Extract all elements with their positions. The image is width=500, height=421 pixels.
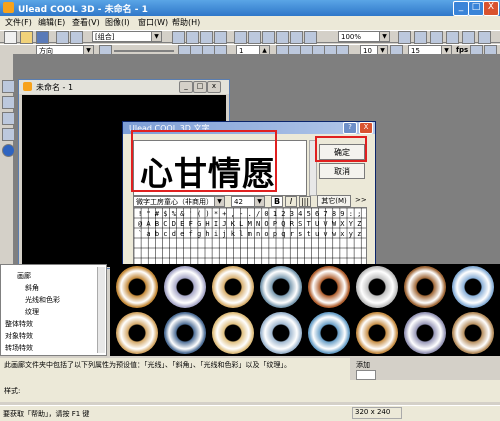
object-select[interactable]: [组合] ▼ (92, 31, 162, 42)
description-text: 此画廊文件夹中包括了以下列属性为预设值：「光线」、「斜角」、「光线和色彩」以及「… (4, 361, 291, 369)
preset-thumbnail[interactable] (404, 312, 446, 354)
menu-image[interactable]: 图像(I) (105, 17, 130, 28)
preset-thumbnail[interactable] (452, 312, 494, 354)
other-button[interactable]: 其它(M) (317, 195, 351, 207)
menu-edit[interactable]: 编辑(E) (38, 17, 65, 28)
doc-minimize-button[interactable]: _ (179, 81, 193, 93)
add-panel: 添加 (352, 358, 380, 380)
preset-thumbnail[interactable] (164, 312, 206, 354)
menu-window[interactable]: 窗口(W) (138, 17, 168, 28)
wireframe-icon[interactable] (478, 31, 491, 44)
snap-icon[interactable] (446, 31, 459, 44)
grid-icon[interactable] (462, 31, 475, 44)
minimize-button[interactable]: _ (453, 1, 469, 16)
preset-thumbnail[interactable] (308, 266, 350, 308)
title-bar: Ulead COOL 3D - 未命名 - 1 _ □ X (0, 0, 500, 16)
menu-bar: 文件(F) 编辑(E) 查看(V) 图像(I) 窗口(W) 帮助(H) (0, 16, 500, 30)
style-panel: 样式: (0, 380, 500, 402)
zoom-icon[interactable] (398, 31, 411, 44)
hand-icon[interactable] (172, 31, 185, 44)
preset-thumbnail[interactable] (452, 266, 494, 308)
menu-file[interactable]: 文件(F) (5, 17, 32, 28)
annotation-ok-highlight (315, 136, 367, 162)
close-button[interactable]: X (483, 1, 499, 16)
doc-close-button[interactable]: x (207, 81, 221, 93)
redo-icon[interactable] (70, 31, 83, 44)
window-title: Ulead COOL 3D - 未命名 - 1 (18, 5, 148, 15)
move-icon[interactable] (200, 31, 213, 44)
style-label: 样式: (4, 387, 21, 395)
preset-thumbnail[interactable] (356, 312, 398, 354)
light-icon[interactable] (290, 31, 303, 44)
tree-item-transition-fx[interactable]: 转场特效 (5, 343, 33, 353)
more-button[interactable]: >> (355, 196, 367, 204)
doc-restore-button[interactable]: □ (193, 81, 207, 93)
shape-icon[interactable] (262, 31, 275, 44)
preset-thumbnails (110, 264, 500, 356)
undo-icon[interactable] (56, 31, 69, 44)
preset-thumbnail[interactable] (404, 266, 446, 308)
description-panel: 此画廊文件夹中包括了以下列属性为预设值：「光线」、「斜角」、「光线和色彩」以及「… (0, 358, 350, 380)
render-icon[interactable] (414, 31, 427, 44)
tree-item-bevel[interactable]: 斜角 (25, 283, 39, 293)
preset-thumbnail[interactable] (356, 266, 398, 308)
status-bar: 要获取「帮助」，请按 F1 键 320 x 240 (0, 405, 500, 421)
object-toolbar (0, 54, 15, 264)
graphic-icon[interactable] (276, 31, 289, 44)
preset-thumbnail[interactable] (260, 312, 302, 354)
new-icon[interactable] (4, 31, 17, 44)
menu-view[interactable]: 查看(V) (72, 17, 100, 28)
add-icon[interactable] (356, 370, 376, 380)
gallery-tree: 画廊 斜角 光线和色彩 纹理 整体特效 对象特效 转场特效 (0, 264, 107, 356)
preset-thumbnail[interactable] (164, 266, 206, 308)
rotate-icon[interactable] (186, 31, 199, 44)
fps-label: fps (456, 46, 469, 54)
dialog-close-button[interactable]: X (359, 122, 373, 134)
document-title: 未命名 - 1 (36, 83, 74, 92)
tree-item-texture[interactable]: 纹理 (25, 307, 39, 317)
text-edit-icon[interactable] (248, 31, 261, 44)
annotation-text-highlight (131, 130, 277, 192)
status-help-text: 要获取「帮助」，请按 F1 键 (3, 410, 90, 418)
tree-item-global-fx[interactable]: 整体特效 (5, 319, 33, 329)
preset-thumbnail[interactable] (116, 266, 158, 308)
open-icon[interactable] (20, 31, 33, 44)
preset-thumbnail[interactable] (308, 312, 350, 354)
add-button[interactable]: 添加 (356, 360, 370, 370)
cancel-button[interactable]: 取消 (319, 163, 365, 179)
tree-item-object-fx[interactable]: 对象特效 (5, 331, 33, 341)
preview-icon[interactable] (430, 31, 443, 44)
camera-icon[interactable] (304, 31, 317, 44)
tree-item-light-color[interactable]: 光线和色彩 (25, 295, 60, 305)
maximize-button[interactable]: □ (468, 1, 484, 16)
preset-thumbnail[interactable] (212, 266, 254, 308)
preset-thumbnail[interactable] (212, 312, 254, 354)
timeline-track[interactable] (114, 50, 174, 52)
dialog-help-button[interactable]: ? (343, 122, 357, 134)
menu-help[interactable]: 帮助(H) (172, 17, 200, 28)
tree-item-gallery[interactable]: 画廊 (17, 271, 31, 281)
zoom-select[interactable]: 100% ▼ (338, 31, 390, 42)
bold-button[interactable]: B (271, 196, 283, 207)
document-icon (23, 82, 32, 91)
status-dimensions: 320 x 240 (352, 407, 402, 419)
app-icon (3, 2, 14, 13)
document-title-bar: 未命名 - 1 _ □ x (19, 80, 229, 94)
tree-scrollbar[interactable] (97, 267, 105, 353)
font-select[interactable]: 微字工房童心（非商用） ▼ (133, 196, 225, 207)
italic-button[interactable]: I (285, 196, 297, 207)
text-insert-icon[interactable] (234, 31, 247, 44)
standard-toolbar: [组合] ▼ 100% ▼ (0, 30, 500, 44)
font-size-select[interactable]: 42 ▼ (231, 196, 265, 207)
preset-thumbnail[interactable] (116, 312, 158, 354)
spacing-icon[interactable]: ||| (299, 196, 311, 207)
save-icon[interactable] (36, 31, 49, 44)
preset-thumbnail[interactable] (260, 266, 302, 308)
size-icon[interactable] (214, 31, 227, 44)
